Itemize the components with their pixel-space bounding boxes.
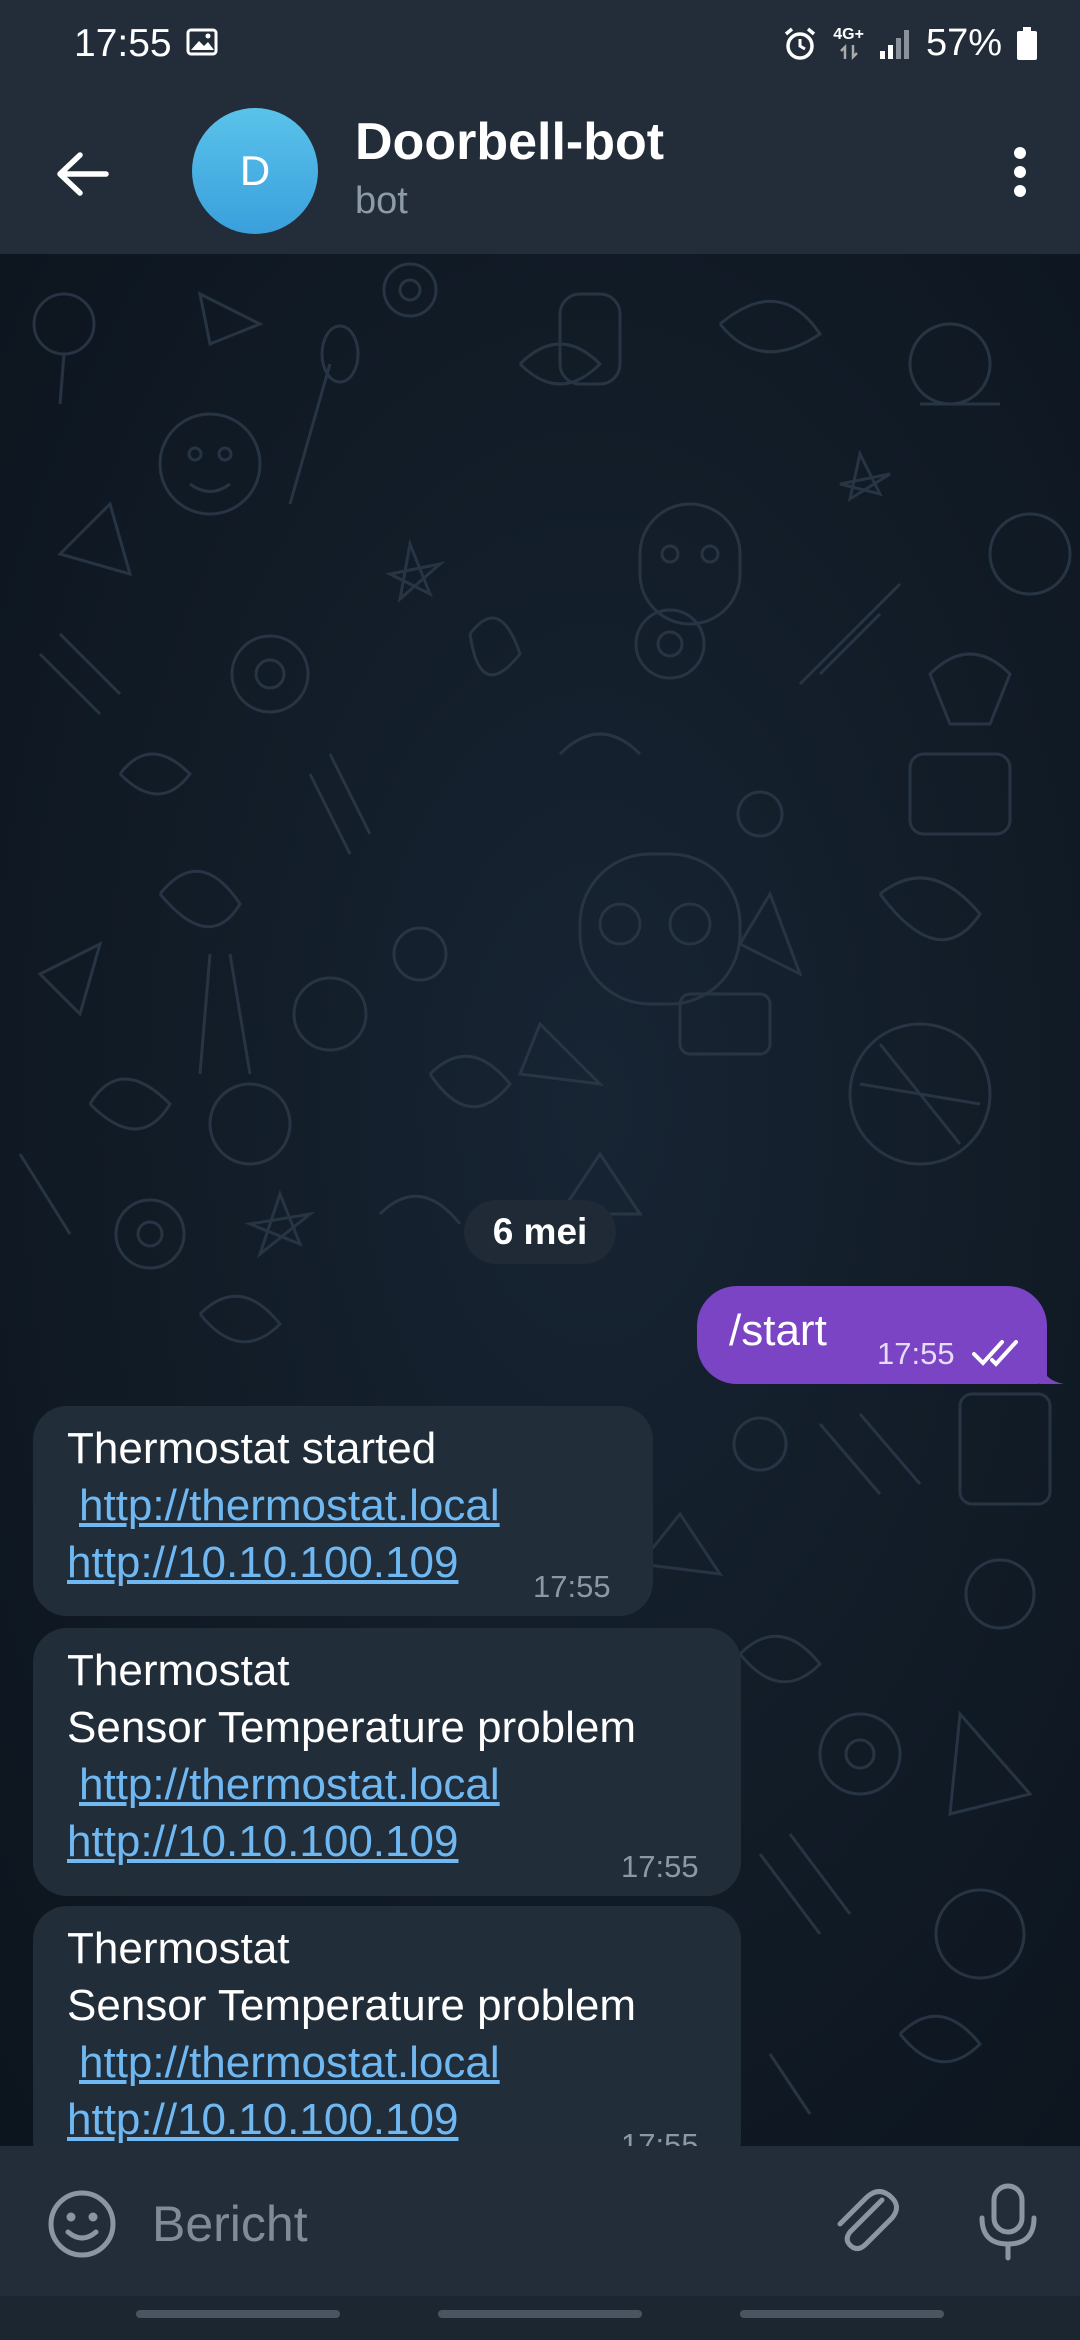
message-text: Thermostat [67, 1646, 290, 1695]
more-vertical-icon [1014, 147, 1026, 197]
message-time: 17:55 [877, 1336, 955, 1371]
message-link[interactable]: http://thermostat.local [79, 2034, 500, 2091]
message-text: Thermostat started [67, 1424, 437, 1473]
message-text: Thermostat [67, 1924, 290, 1973]
incoming-message[interactable]: Thermostat started http://thermostat.loc… [33, 1406, 653, 1616]
incoming-message[interactable]: Thermostat Sensor Temperature problem ht… [33, 1628, 741, 1896]
status-time: 17:55 [74, 22, 172, 65]
battery-icon [1017, 26, 1037, 60]
home-button[interactable] [438, 2310, 642, 2318]
system-navigation-bar [0, 2296, 1080, 2340]
message-text: /start [729, 1306, 827, 1355]
message-time: 17:55 [533, 1569, 611, 1604]
outgoing-message[interactable]: /start 17:55 [697, 1286, 1047, 1384]
message-link[interactable]: http://10.10.100.109 [67, 2091, 458, 2146]
recent-apps-button[interactable] [136, 2310, 340, 2318]
message-text: Sensor Temperature problem [67, 1703, 637, 1752]
avatar-letter: D [239, 147, 271, 194]
message-link[interactable]: http://thermostat.local [79, 1756, 500, 1813]
message-composer [0, 2146, 1080, 2296]
emoji-icon[interactable] [44, 2186, 120, 2262]
chat-subtitle: bot [355, 180, 408, 222]
message-text: Sensor Temperature problem [67, 1981, 637, 2030]
back-arrow-icon [57, 152, 109, 196]
data-arrows-icon [839, 43, 858, 60]
status-indicators: 4G+ 57% [781, 22, 1038, 65]
message-list[interactable]: 6 mei /start 17:55 Thermostat started ht… [0, 254, 1080, 2146]
bubble-tail [1040, 1360, 1064, 1384]
back-nav-button[interactable] [740, 2310, 944, 2318]
double-check-icon [972, 1340, 1018, 1367]
message-input[interactable] [150, 2188, 794, 2260]
chat-header: D Doorbell-bot bot [0, 88, 1080, 254]
signal-icon [879, 29, 909, 59]
date-separator: 6 mei [464, 1200, 616, 1264]
back-button[interactable] [46, 138, 118, 210]
status-bar: 17:55 4G+ 57% [0, 0, 1080, 88]
chat-title[interactable]: Doorbell-bot [355, 112, 664, 172]
message-link[interactable]: http://10.10.100.109 [67, 1813, 458, 1870]
message-time: 17:55 [621, 2127, 699, 2146]
attach-icon[interactable] [826, 2182, 906, 2262]
alarm-icon [785, 27, 816, 60]
message-time: 17:55 [621, 1849, 699, 1884]
avatar[interactable]: D [192, 108, 318, 234]
more-options-button[interactable] [984, 136, 1056, 208]
gallery-icon [186, 28, 218, 56]
message-link[interactable]: http://thermostat.local [79, 1477, 500, 1534]
battery-percent: 57% [925, 22, 1002, 64]
network-type: 4G+ [833, 26, 864, 61]
message-link[interactable]: http://10.10.100.109 [67, 1534, 458, 1591]
microphone-icon[interactable] [968, 2180, 1048, 2264]
incoming-message[interactable]: Thermostat Sensor Temperature problem ht… [33, 1906, 741, 2146]
